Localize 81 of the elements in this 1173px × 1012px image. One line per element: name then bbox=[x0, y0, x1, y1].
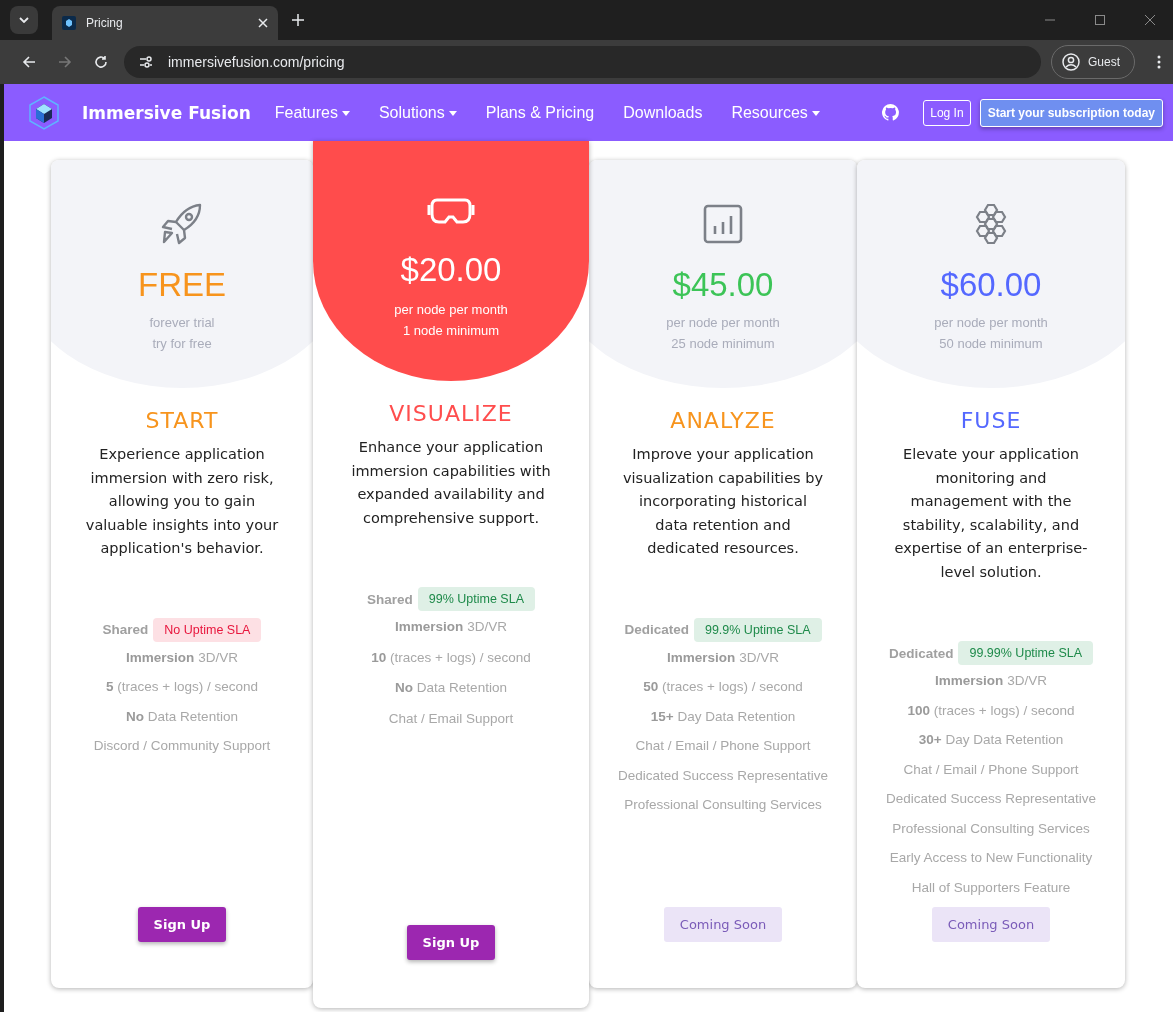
log-in-button[interactable]: Log In bbox=[923, 99, 971, 126]
cube-logo-icon[interactable] bbox=[28, 95, 60, 130]
feature-text: Hall of Supporters Feature bbox=[911, 878, 1071, 897]
price: $45.00 bbox=[672, 266, 774, 304]
tab-title: Pricing bbox=[86, 16, 124, 30]
uptime-badge: 99% Uptime SLA bbox=[417, 587, 535, 611]
feature-text: Immersion 3D/VR bbox=[126, 648, 238, 667]
feature-text: Dedicated Success Representative bbox=[885, 790, 1097, 808]
avatar-icon bbox=[1062, 53, 1080, 71]
feature-text: 50 (traces + logs) / second bbox=[643, 678, 803, 696]
price: $20.00 bbox=[400, 251, 502, 289]
profile-button[interactable]: Guest bbox=[1051, 45, 1135, 79]
plan-name: FUSE bbox=[960, 408, 1022, 433]
uptime-badge: 99.9% Uptime SLA bbox=[693, 617, 822, 642]
price-note: 1 node minimum bbox=[402, 322, 500, 340]
hosting-label: Dedicated bbox=[888, 645, 954, 661]
plan-description: Experience application immersion with zero risk, allowing you to gain valuable insights into your application's behavior. bbox=[85, 445, 279, 558]
uptime-badge: 99.99% Uptime SLA bbox=[958, 641, 1094, 665]
reload-icon[interactable] bbox=[94, 55, 108, 69]
feature-text: Immersion 3D/VR bbox=[935, 672, 1047, 690]
url-text: immersivefusion.com/pricing bbox=[168, 54, 345, 70]
nav-link[interactable]: Plans & Pricing bbox=[485, 103, 595, 122]
price-note: 25 node minimum bbox=[671, 335, 775, 353]
maximize-icon[interactable] bbox=[1095, 15, 1105, 25]
browser-tab[interactable]: Pricing bbox=[52, 6, 278, 40]
feature-text: Early Access to New Functionality bbox=[889, 849, 1093, 867]
forward-icon[interactable] bbox=[58, 55, 72, 69]
plan-description: Enhance your application immersion capabilities with expanded availability and comprehensive support. bbox=[350, 438, 552, 528]
feature-text: 100 (traces + logs) / second bbox=[907, 701, 1075, 720]
price-note: per node per month bbox=[394, 301, 508, 319]
uptime-badge: No Uptime SLA bbox=[153, 617, 262, 642]
feature-text: Chat / Email / Phone Support bbox=[635, 737, 811, 755]
price-note: 50 node minimum bbox=[939, 335, 1043, 353]
feature-text: No Data Retention bbox=[126, 707, 238, 726]
feature-text: Discord / Community Support bbox=[93, 737, 271, 755]
nav-link[interactable]: Resources bbox=[731, 103, 820, 122]
feature-text: Immersion 3D/VR bbox=[395, 618, 507, 636]
nav-link[interactable]: Solutions bbox=[378, 103, 457, 122]
nav-link[interactable]: Downloads bbox=[623, 103, 703, 122]
feature-text: Professional Consulting Services bbox=[892, 819, 1090, 838]
sign-up-button[interactable]: Sign Up bbox=[406, 925, 496, 960]
nav-link[interactable]: Features bbox=[274, 103, 350, 122]
subscribe-button[interactable]: Start your subscription today bbox=[979, 98, 1163, 127]
hosting-label: Shared bbox=[367, 591, 413, 607]
feature-text: Chat / Email / Phone Support bbox=[903, 760, 1079, 779]
tab-list-button[interactable] bbox=[10, 6, 38, 34]
more-icon[interactable] bbox=[1157, 55, 1161, 69]
feature-text: Immersion 3D/VR bbox=[667, 648, 779, 667]
plan-name: VISUALIZE bbox=[389, 401, 513, 426]
rocket-icon bbox=[160, 202, 204, 246]
chevron-down-icon bbox=[19, 17, 29, 23]
bar-chart-icon bbox=[703, 202, 743, 246]
hosting-label: Dedicated bbox=[624, 622, 689, 637]
new-tab-icon[interactable] bbox=[292, 14, 304, 26]
github-icon[interactable] bbox=[882, 104, 900, 121]
close-icon[interactable] bbox=[1145, 15, 1155, 25]
feature-text: 10 (traces + logs) / second bbox=[371, 648, 531, 667]
price-note: forever trial bbox=[149, 314, 215, 332]
feature-text: 15+ Day Data Retention bbox=[650, 707, 796, 726]
brand-name[interactable]: Immersive Fusion bbox=[82, 102, 251, 123]
price-note: per node per month bbox=[934, 314, 1048, 332]
back-icon[interactable] bbox=[22, 55, 36, 69]
feature-text: Dedicated Success Representative bbox=[617, 766, 829, 785]
price: $60.00 bbox=[940, 266, 1042, 304]
plan-name: START bbox=[145, 408, 219, 433]
price: FREE bbox=[138, 266, 226, 304]
sign-up-button[interactable]: Sign Up bbox=[137, 907, 227, 942]
feature-text: No Data Retention bbox=[395, 679, 507, 697]
price-note: try for free bbox=[152, 335, 212, 353]
feature-text: Professional Consulting Services bbox=[624, 796, 822, 814]
hosting-label: Shared bbox=[102, 622, 149, 637]
plan-description: Improve your application visualization capabilities by incorporating historical data retention and dedicated resources. bbox=[623, 445, 823, 558]
feature-text: Chat / Email Support bbox=[388, 709, 514, 728]
cube-icon bbox=[62, 16, 76, 30]
price-note: per node per month bbox=[666, 314, 780, 332]
address-bar[interactable]: immersivefusion.com/pricing bbox=[124, 46, 1041, 78]
plan-name: ANALYZE bbox=[670, 408, 776, 433]
plan-description: Elevate your application monitoring and management with the stability, scalability, and expertise of an enterprise-level solution. bbox=[893, 445, 1089, 582]
feature-text: 30+ Day Data Retention bbox=[918, 731, 1064, 749]
site-settings-icon[interactable] bbox=[138, 55, 154, 69]
feature-text: 5 (traces + logs) / second bbox=[106, 678, 258, 696]
